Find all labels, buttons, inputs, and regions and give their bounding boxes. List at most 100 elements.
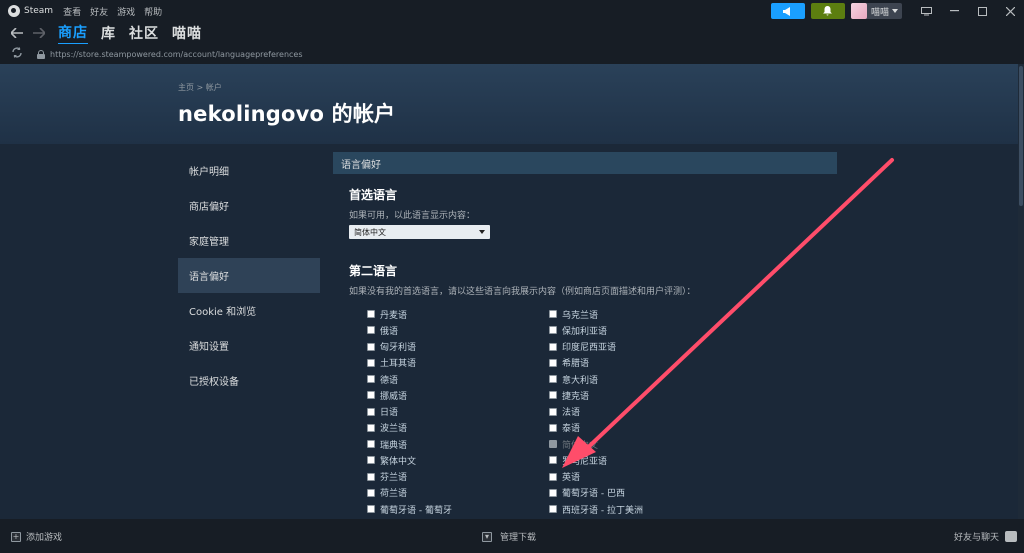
friends-chat-button[interactable]: 好友与聊天 [954, 530, 1018, 543]
language-checkbox[interactable] [367, 310, 375, 319]
steam-menu[interactable]: Steam [8, 5, 53, 17]
language-option[interactable]: 乌克兰语 [549, 306, 731, 322]
sidebar-item-account-details[interactable]: 帐户明细 [178, 153, 320, 188]
language-option[interactable]: 挪威语 [367, 387, 549, 403]
sidebar-item-cookies[interactable]: Cookie 和浏览 [178, 293, 320, 328]
big-picture-button[interactable] [912, 0, 940, 22]
url-text[interactable]: https://store.steampowered.com/account/l… [50, 50, 303, 59]
back-arrow-icon[interactable] [10, 26, 24, 40]
language-checkbox[interactable] [367, 407, 375, 416]
maximize-button[interactable] [968, 0, 996, 22]
page-header [0, 64, 1018, 144]
menu-help[interactable]: 帮助 [144, 5, 162, 18]
title-bar: Steam 查看 好友 游戏 帮助 喵喵 [0, 0, 1024, 22]
language-checkbox[interactable] [549, 342, 557, 351]
language-checkbox[interactable] [549, 326, 557, 335]
language-option[interactable]: 意大利语 [549, 371, 731, 387]
language-label: 希腊语 [562, 359, 590, 370]
language-checkbox[interactable] [549, 310, 557, 319]
language-checkbox[interactable] [367, 391, 375, 400]
steam-menu-label: Steam [24, 6, 54, 16]
username: 喵喵 [870, 7, 889, 18]
language-label: 挪威语 [380, 391, 408, 402]
language-option[interactable]: 英语 [549, 469, 731, 485]
scrollbar-thumb[interactable] [1019, 66, 1023, 206]
minimize-button[interactable] [940, 0, 968, 22]
language-checkbox[interactable] [367, 358, 375, 367]
language-option[interactable]: 芬兰语 [367, 469, 549, 485]
language-option[interactable]: 繁体中文 [367, 452, 549, 468]
menu-view[interactable]: 查看 [63, 5, 81, 18]
language-checkbox[interactable] [367, 456, 375, 465]
language-option[interactable]: 俄语 [367, 322, 549, 338]
sidebar-item-notifications[interactable]: 通知设置 [178, 328, 320, 363]
language-checkbox[interactable] [549, 423, 557, 432]
sidebar-item-store-preferences[interactable]: 商店偏好 [178, 188, 320, 223]
sidebar-item-language[interactable]: 语言偏好 [178, 258, 320, 293]
language-option[interactable]: 罗马尼亚语 [549, 452, 731, 468]
language-label: 繁体中文 [380, 456, 417, 467]
refresh-icon[interactable] [11, 47, 23, 61]
language-checkbox[interactable] [367, 472, 375, 481]
menu-games[interactable]: 游戏 [117, 5, 135, 18]
close-button[interactable] [996, 0, 1024, 22]
language-checkbox[interactable] [367, 375, 375, 384]
language-label: 葡萄牙语 - 葡萄牙 [380, 505, 452, 516]
primary-language-value: 简体中文 [354, 227, 386, 237]
language-checkbox[interactable] [549, 456, 557, 465]
language-option[interactable]: 葡萄牙语 - 巴西 [549, 485, 731, 501]
tab-library[interactable]: 库 [101, 23, 116, 43]
language-option[interactable]: 葡萄牙语 - 葡萄牙 [367, 501, 549, 517]
announcements-button[interactable] [770, 3, 805, 19]
breadcrumb[interactable]: 主页 > 帐户 [178, 82, 222, 93]
language-checkbox[interactable] [549, 505, 557, 514]
tab-community[interactable]: 社区 [129, 23, 159, 43]
primary-language-heading: 首选语言 [349, 188, 398, 202]
menu-friends[interactable]: 好友 [90, 5, 108, 18]
add-game-button[interactable]: + 添加游戏 [11, 530, 62, 543]
language-checkbox[interactable] [367, 440, 375, 449]
language-option[interactable]: 法语 [549, 404, 731, 420]
language-checkbox[interactable] [367, 342, 375, 351]
language-option[interactable]: 印度尼西亚语 [549, 339, 731, 355]
language-option[interactable]: 土耳其语 [367, 355, 549, 371]
language-label: 简体中文 [562, 440, 599, 451]
language-option[interactable]: 匈牙利语 [367, 339, 549, 355]
language-label: 保加利亚语 [562, 326, 608, 337]
language-checkbox[interactable] [367, 423, 375, 432]
language-option[interactable]: 丹麦语 [367, 306, 549, 322]
download-icon: ▾ [482, 531, 492, 542]
language-option[interactable]: 捷克语 [549, 387, 731, 403]
language-option[interactable]: 泰语 [549, 420, 731, 436]
language-checkbox[interactable] [367, 326, 375, 335]
user-menu[interactable]: 喵喵 [850, 3, 902, 19]
language-label: 波兰语 [380, 424, 408, 435]
language-option[interactable]: 西班牙语 - 拉丁美洲 [549, 501, 731, 517]
sidebar-item-family[interactable]: 家庭管理 [178, 223, 320, 258]
language-option[interactable]: 希腊语 [549, 355, 731, 371]
language-option[interactable]: 保加利亚语 [549, 322, 731, 338]
language-option[interactable]: 日语 [367, 404, 549, 420]
tab-profile[interactable]: 喵喵 [172, 23, 202, 43]
language-option[interactable]: 瑞典语 [367, 436, 549, 452]
language-checkbox[interactable] [549, 472, 557, 481]
language-checkbox[interactable] [367, 505, 375, 514]
language-checkbox[interactable] [367, 488, 375, 497]
notifications-button[interactable] [810, 3, 845, 19]
page-scrollbar[interactable] [1018, 64, 1024, 519]
manage-downloads-button[interactable]: ▾ 管理下载 [482, 530, 536, 543]
language-checkbox[interactable] [549, 488, 557, 497]
language-checkbox[interactable] [549, 358, 557, 367]
language-label: 芬兰语 [380, 473, 408, 484]
language-option[interactable]: 德语 [367, 371, 549, 387]
sidebar-item-devices[interactable]: 已授权设备 [178, 363, 320, 398]
primary-language-select[interactable]: 简体中文 [349, 225, 490, 239]
tab-store[interactable]: 商店 [58, 22, 88, 45]
language-checkbox[interactable] [549, 391, 557, 400]
page-title: nekolingovo 的帐户 [178, 102, 396, 126]
forward-arrow-icon[interactable] [32, 26, 46, 40]
language-option[interactable]: 波兰语 [367, 420, 549, 436]
language-checkbox[interactable] [549, 407, 557, 416]
language-checkbox[interactable] [549, 375, 557, 384]
language-option[interactable]: 荷兰语 [367, 485, 549, 501]
